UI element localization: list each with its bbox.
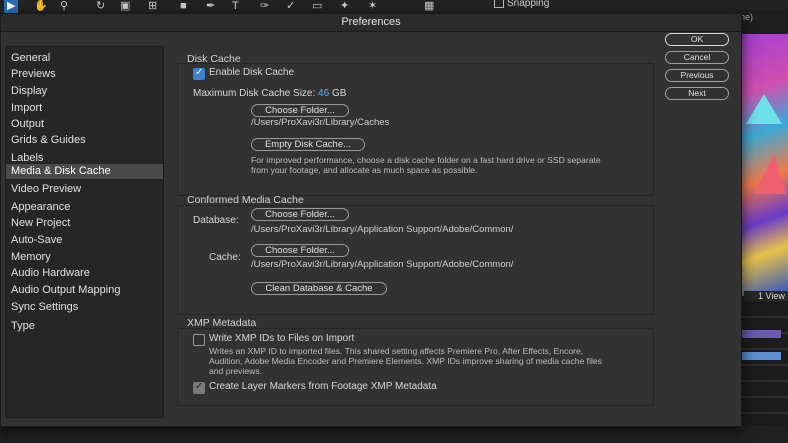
write-xmp-ids-label: Write XMP IDs to Files on Import (209, 333, 355, 344)
timeline-clip[interactable] (741, 330, 781, 338)
category-sync-settings[interactable]: Sync Settings (6, 300, 163, 315)
preview-shape (746, 94, 782, 124)
hand-tool-icon[interactable]: ✋ (34, 0, 48, 13)
rotate-tool-icon[interactable]: ↻ (96, 0, 105, 13)
next-button[interactable]: Next (665, 87, 729, 100)
max-size-value[interactable]: 46 (318, 88, 329, 99)
preview-shape (754, 154, 786, 194)
clean-database-cache-button[interactable]: Clean Database & Cache (251, 282, 387, 295)
disk-cache-group (177, 63, 654, 196)
category-video-preview[interactable]: Video Preview (6, 182, 163, 197)
max-size-unit: GB (331, 88, 347, 99)
category-new-project[interactable]: New Project (6, 216, 163, 231)
app-bottom-area (0, 425, 788, 443)
cache-choose-folder-button[interactable]: Choose Folder... (251, 244, 349, 257)
preferences-category-list: General Previews Display Import Output G… (5, 46, 164, 418)
puppet-tool-icon[interactable]: ✶ (368, 0, 377, 13)
composition-preview (738, 34, 788, 296)
roto-tool-icon[interactable]: ✦ (340, 0, 349, 13)
timeline-clip[interactable] (741, 352, 781, 360)
dialog-titlebar[interactable]: Preferences (1, 14, 741, 32)
pen-tool-icon[interactable]: ✒ (206, 0, 215, 13)
create-layer-markers-checkbox[interactable] (193, 381, 205, 394)
pan-behind-tool-icon[interactable]: ⊞ (148, 0, 157, 13)
snapping-toggle[interactable]: Snapping (494, 0, 549, 9)
category-previews[interactable]: Previews (6, 67, 163, 82)
max-disk-cache-size: Maximum Disk Cache Size: 46 GB (193, 88, 346, 99)
category-auto-save[interactable]: Auto-Save (6, 233, 163, 248)
camera-tool-icon[interactable]: ▣ (120, 0, 130, 13)
disk-cache-path: /Users/ProXavi3r/Library/Caches (251, 117, 390, 128)
timeline-panel (738, 302, 788, 443)
category-audio-output-mapping[interactable]: Audio Output Mapping (6, 283, 163, 298)
max-size-label: Maximum Disk Cache Size: (193, 88, 316, 99)
category-display[interactable]: Display (6, 84, 163, 99)
database-label: Database: (193, 215, 239, 226)
disk-cache-hint: For improved performance, choose a disk … (251, 155, 601, 175)
category-general[interactable]: General (6, 51, 163, 66)
clone-tool-icon[interactable]: ✓ (286, 0, 295, 13)
snapping-checkbox[interactable] (494, 0, 504, 9)
write-xmp-ids-checkbox[interactable] (193, 334, 205, 346)
enable-disk-cache-checkbox[interactable] (193, 67, 205, 80)
xmp-hint: Writes an XMP ID to imported files. This… (209, 346, 602, 376)
eraser-tool-icon[interactable]: ▭ (312, 0, 322, 13)
type-tool-icon[interactable]: T (232, 0, 239, 13)
preferences-dialog: Preferences General Previews Display Imp… (0, 13, 742, 427)
enable-disk-cache-label: Enable Disk Cache (209, 67, 295, 78)
snapping-label: Snapping (507, 0, 550, 9)
category-media-disk-cache[interactable]: Media & Disk Cache (6, 164, 163, 179)
selection-tool-icon[interactable]: ▶ (4, 0, 19, 13)
align-tool-icon[interactable]: ▦ (424, 0, 434, 13)
category-appearance[interactable]: Appearance (6, 200, 163, 215)
view-layout-label: 1 View (758, 291, 785, 301)
ok-button[interactable]: OK (665, 33, 729, 46)
database-choose-folder-button[interactable]: Choose Folder... (251, 208, 349, 221)
database-path: /Users/ProXavi3r/Library/Application Sup… (251, 224, 514, 235)
dialog-title: Preferences (341, 16, 401, 28)
zoom-tool-icon[interactable]: ⚲ (60, 0, 68, 13)
cancel-button[interactable]: Cancel (665, 51, 729, 64)
empty-disk-cache-button[interactable]: Empty Disk Cache... (251, 138, 365, 151)
category-import[interactable]: Import (6, 101, 163, 116)
category-audio-hardware[interactable]: Audio Hardware (6, 266, 163, 281)
category-output[interactable]: Output (6, 117, 163, 132)
create-layer-markers-label: Create Layer Markers from Footage XMP Me… (209, 381, 437, 392)
category-grids-guides[interactable]: Grids & Guides (6, 133, 163, 148)
view-layout-select[interactable]: 1 View (744, 291, 788, 301)
disk-cache-choose-folder-button[interactable]: Choose Folder... (251, 104, 349, 117)
cache-label: Cache: (209, 252, 241, 263)
category-type[interactable]: Type (6, 319, 163, 334)
previous-button[interactable]: Previous (665, 69, 729, 82)
cache-path: /Users/ProXavi3r/Library/Application Sup… (251, 259, 514, 270)
brush-tool-icon[interactable]: ✑ (260, 0, 269, 13)
shape-tool-icon[interactable]: ■ (180, 0, 187, 13)
category-memory[interactable]: Memory (6, 250, 163, 265)
